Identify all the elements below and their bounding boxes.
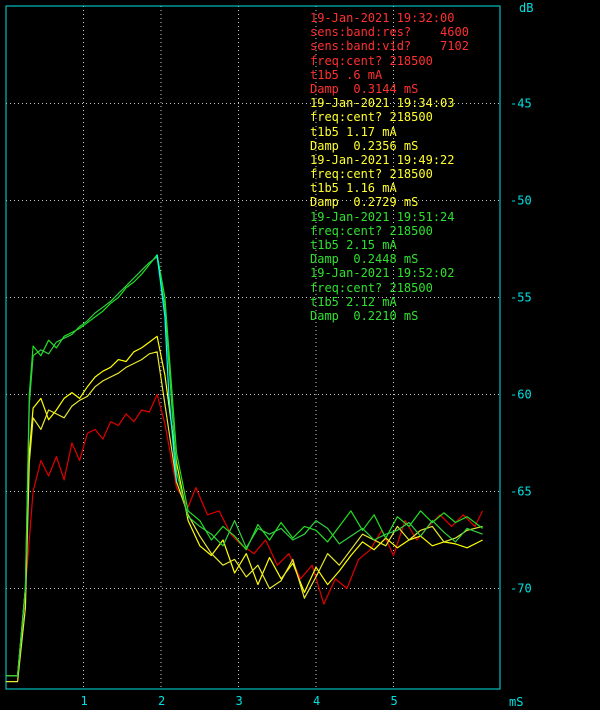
measurement-annotations: 19-Jan-2021 19:32:00 sens:band:res? 4600 s… — [310, 11, 469, 323]
y-tick-label: -60 — [510, 388, 532, 402]
y-tick-label: -45 — [510, 97, 532, 111]
annotation-block: 19-Jan-2021 19:34:03 freq:cent? 218500 t1b… — [310, 96, 469, 153]
annotation-line: 19-Jan-2021 19:32:00 — [310, 11, 455, 25]
annotation-line: 19-Jan-2021 19:52:02 — [310, 266, 455, 281]
annotation-block: 19-Jan-2021 19:32:00 sens:band:res? 4600 s… — [310, 11, 469, 96]
x-tick-label: 4 — [313, 694, 320, 708]
y-tick-labels: -45 -50 -55 -60 -65 -70 — [510, 97, 532, 596]
x-tick-label: 2 — [158, 694, 165, 708]
x-tick-labels: 1 2 3 4 5 — [81, 694, 398, 708]
annotation-line: t1b5 .6 mA — [310, 67, 383, 82]
y-unit-label: dB — [519, 1, 533, 15]
oscilloscope-display: -45 -50 -55 -60 -65 -70 1 2 3 4 5 dB mS — [5, 1, 533, 709]
annotation-line: freq:cent? 218500 — [310, 280, 433, 295]
annotation-line: Damp 0.2356 mS — [310, 138, 419, 153]
trace-line — [6, 393, 484, 677]
annotation-line: t1b5 1.17 mA — [310, 124, 397, 139]
annotation-block: 19-Jan-2021 19:51:24 freq:cent? 218500 t1b… — [310, 210, 469, 267]
annotation-line: Damp 0.3144 mS — [310, 81, 419, 96]
annotation-line: Damp 0.2448 mS — [310, 252, 419, 267]
annotation-line: t1b5 2.12 mA — [310, 294, 397, 309]
y-tick-label: -50 — [510, 194, 532, 208]
annotation-line: Damp 0.2210 mS — [310, 308, 419, 323]
annotation-line: freq:cent? 218500 — [310, 223, 433, 238]
annotation-line: 19-Jan-2021 19:49:22 — [310, 152, 455, 167]
annotation-line: freq:cent? 218500 — [310, 110, 433, 125]
y-tick-label: -70 — [510, 582, 532, 596]
annotation-line: t1b5 2.15 mA — [310, 238, 397, 252]
x-unit-label: mS — [509, 695, 523, 709]
annotation-line: freq:cent? 218500 — [310, 167, 433, 182]
annotation-block: 19-Jan-2021 19:52:02 freq:cent? 218500 t1b… — [310, 266, 469, 323]
trace-line — [6, 335, 483, 677]
annotation-line: 19-Jan-2021 19:51:24 — [310, 209, 455, 224]
x-tick-label: 3 — [236, 694, 243, 708]
x-tick-label: 1 — [81, 694, 88, 708]
annotation-line: sens:band:vid? 7102 — [310, 39, 469, 54]
y-tick-label: -55 — [510, 291, 532, 305]
annotation-line: sens:band:res? 4600 — [310, 25, 469, 40]
annotation-line: Damp 0.2729 mS — [310, 195, 419, 210]
y-tick-label: -65 — [510, 485, 532, 499]
annotation-line: t1b5 1.16 mA — [310, 181, 397, 196]
x-tick-label: 5 — [391, 694, 398, 708]
annotation-line: 19-Jan-2021 19:34:03 — [310, 96, 455, 111]
annotation-block: 19-Jan-2021 19:49:22 freq:cent? 218500 t1b… — [310, 153, 469, 210]
trace-line — [6, 351, 483, 683]
annotation-line: freq:cent? 218500 — [310, 53, 433, 68]
